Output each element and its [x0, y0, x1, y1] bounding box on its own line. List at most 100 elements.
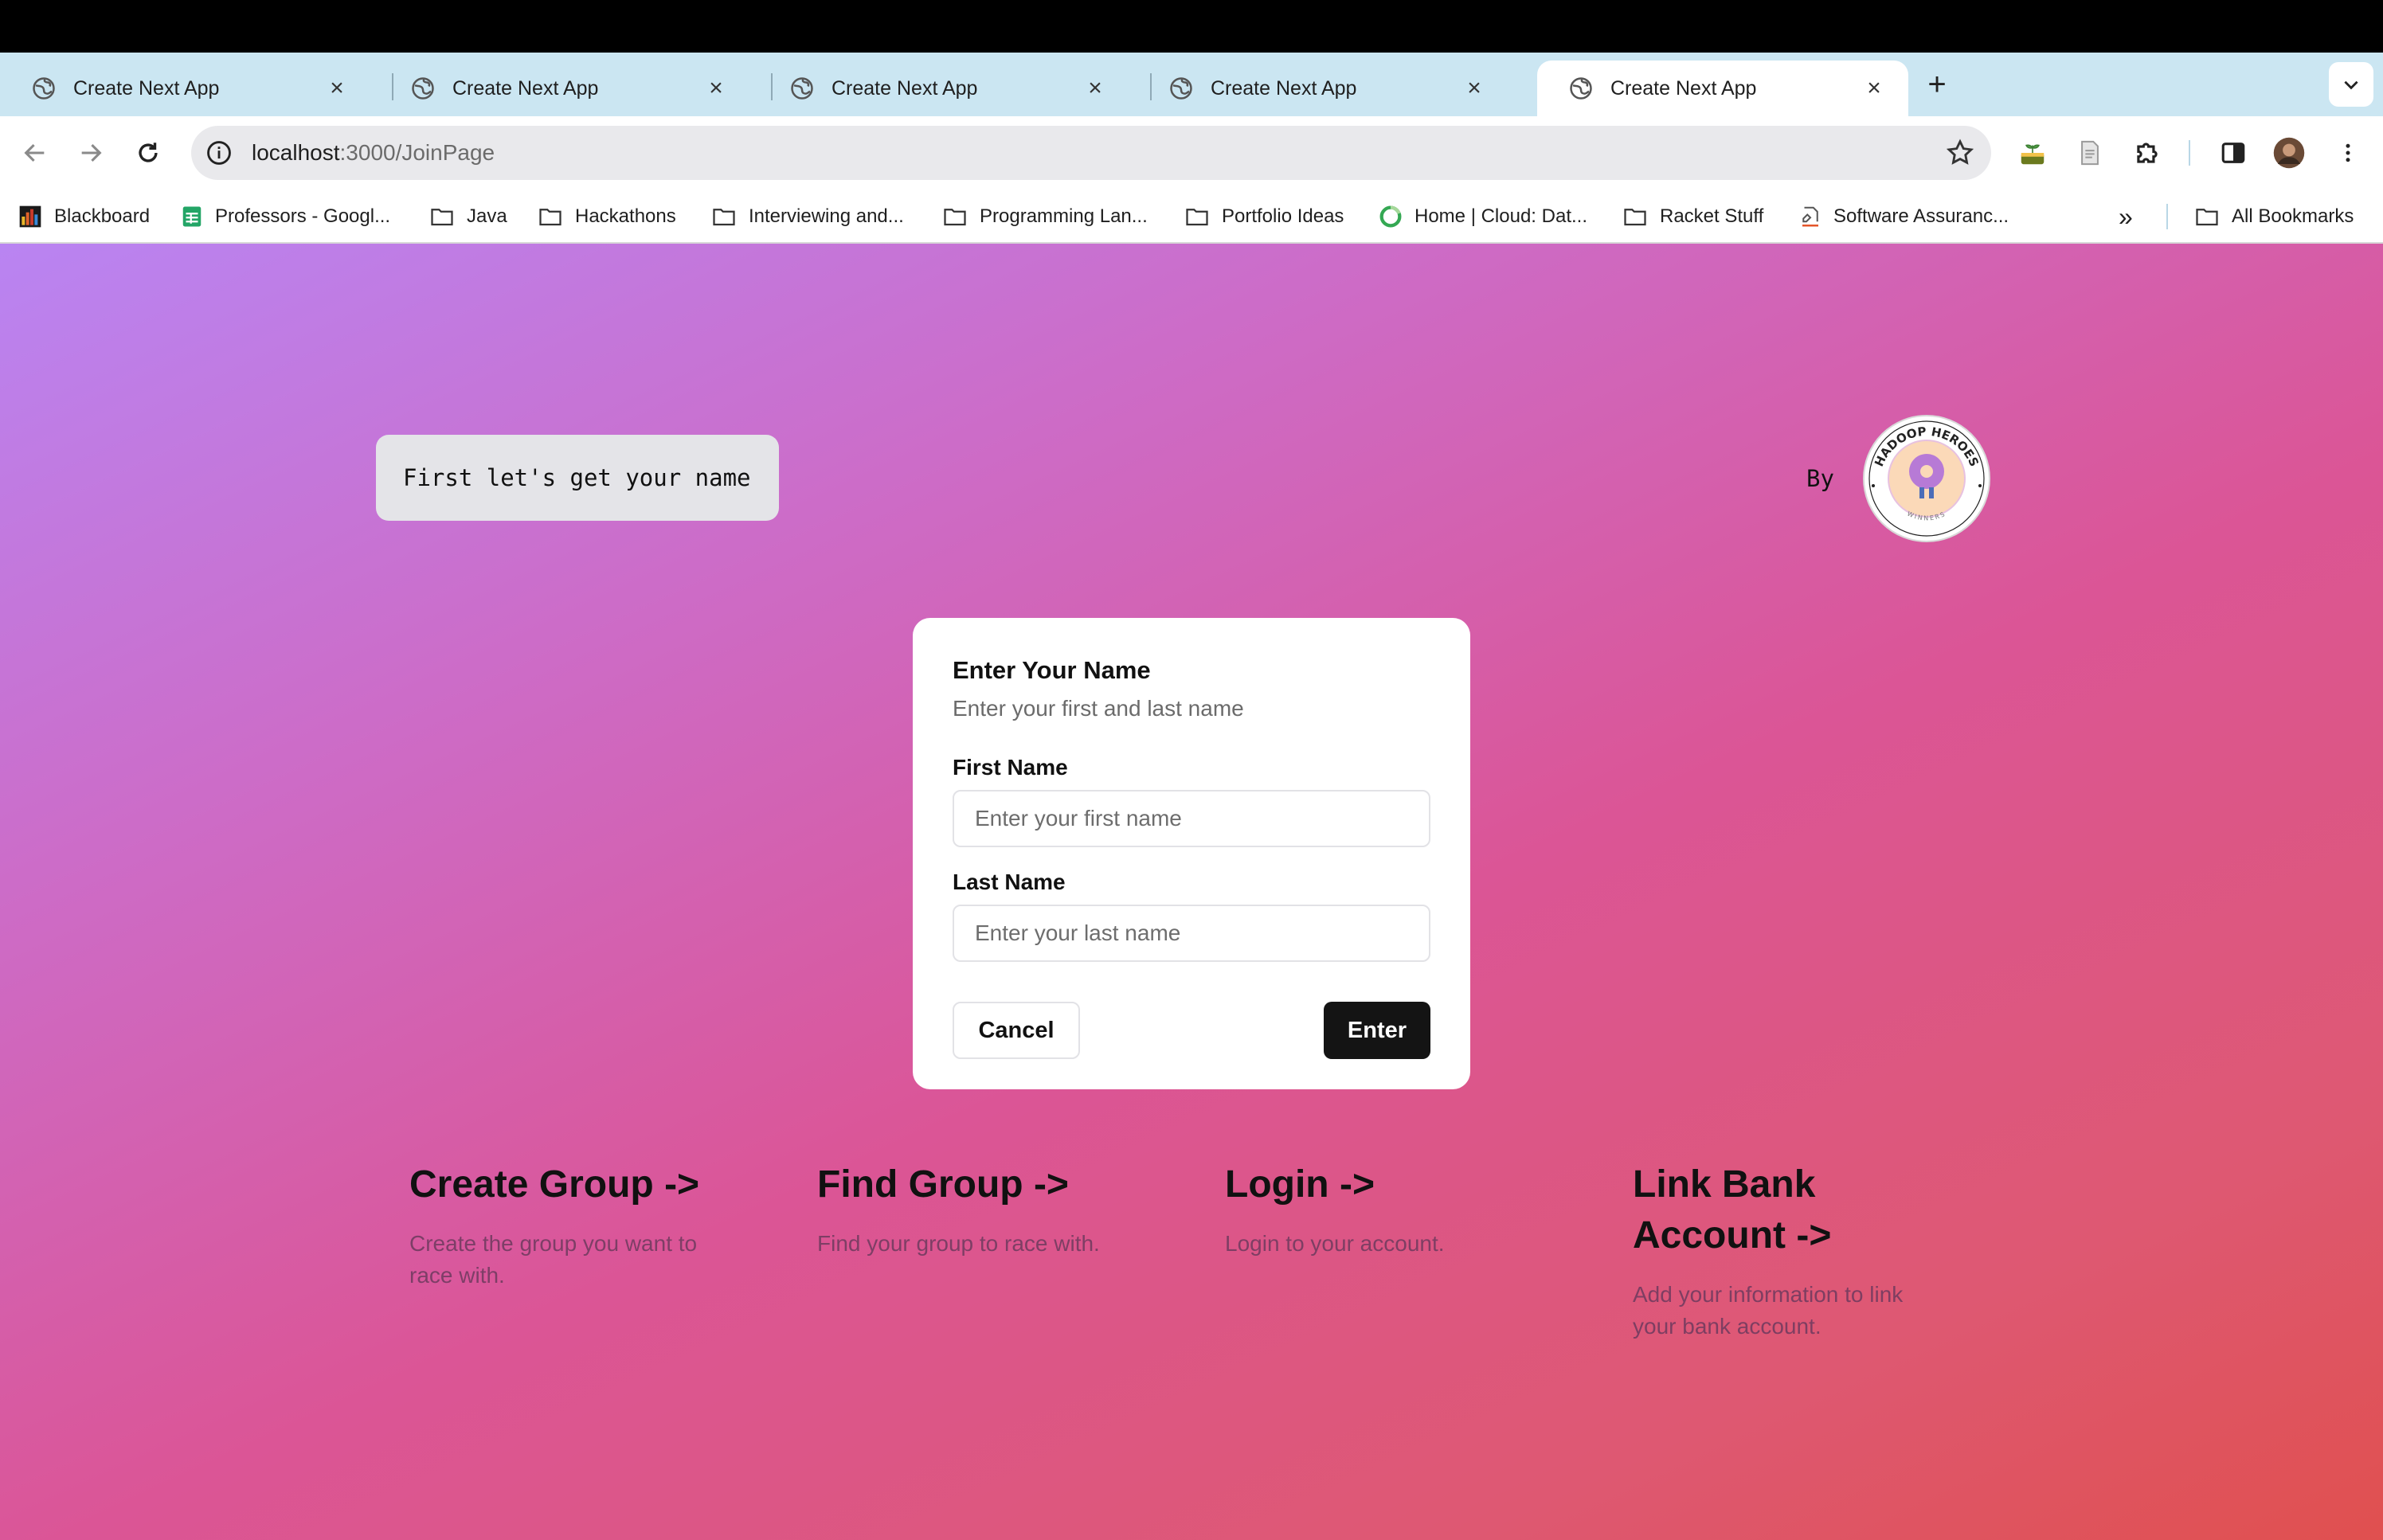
cancel-button[interactable]: Cancel — [953, 1002, 1080, 1059]
bookmark-label: Java — [467, 205, 507, 227]
side-panel-button[interactable] — [2216, 135, 2251, 170]
folder-icon — [1186, 209, 1208, 226]
tab-title: Create Next App — [832, 76, 978, 100]
login-link[interactable]: Login -> Login to your account. — [1225, 1159, 1591, 1260]
folder-icon — [539, 209, 562, 226]
hadoop-heroes-logo: HADOOP HEROES WINNERS — [1863, 415, 1990, 542]
reload-icon — [139, 143, 158, 162]
extensions-menu-button[interactable] — [2130, 135, 2165, 170]
doc-icon — [1802, 206, 1818, 227]
close-icon[interactable]: × — [1862, 75, 1886, 101]
bookmark-portfolio[interactable]: Portfolio Ideas — [1184, 202, 1344, 231]
bookmark-hackathons[interactable]: Hackathons — [537, 202, 676, 231]
reload-button[interactable] — [127, 132, 169, 174]
last-name-label: Last Name — [953, 870, 1066, 894]
first-name-input[interactable]: Enter your first name — [953, 790, 1430, 847]
browser-tab-2[interactable]: Create Next App × — [379, 61, 750, 116]
bookmark-racket[interactable]: Racket Stuff — [1622, 202, 1763, 231]
all-bookmarks[interactable]: All Bookmarks — [2193, 202, 2354, 231]
browser-tab-4[interactable]: Create Next App × — [1137, 61, 1508, 116]
browser-tab-1[interactable]: Create Next App × — [0, 61, 371, 116]
last-name-placeholder: Enter your last name — [975, 920, 1181, 945]
chart-icon — [19, 205, 41, 228]
bookmark-blackboard[interactable]: Blackboard — [18, 202, 150, 231]
close-icon[interactable]: × — [1462, 75, 1486, 101]
bookmarks-overflow-button[interactable]: » — [2119, 202, 2133, 231]
profile-avatar[interactable] — [2271, 135, 2307, 170]
create-group-desc: Create the group you want to race with. — [409, 1231, 698, 1288]
bookmark-label: Interviewing and... — [749, 205, 904, 227]
link-bank-account-link[interactable]: Link Bank Account -> Add your informatio… — [1633, 1159, 1935, 1343]
bookmark-label: Blackboard — [54, 205, 151, 227]
document-extension-icon — [2081, 140, 2099, 166]
new-tab-button[interactable]: + — [1921, 67, 1953, 102]
tab-title: Create Next App — [73, 76, 220, 100]
plant-extension-icon — [2021, 144, 2045, 165]
folder-icon — [1624, 209, 1646, 226]
sheets-icon — [182, 206, 202, 227]
close-icon[interactable]: × — [1083, 75, 1107, 101]
url-host: localhost — [252, 140, 340, 165]
bookmark-label: Home | Cloud: Dat... — [1415, 205, 1587, 227]
tab-search-button[interactable] — [2329, 62, 2373, 107]
close-icon[interactable]: × — [704, 75, 728, 101]
find-group-link[interactable]: Find Group -> Find your group to race wi… — [817, 1159, 1184, 1260]
bookmark-software-assurance[interactable]: Software Assuranc... — [1798, 202, 2009, 231]
prompt-banner: First let's get your name — [376, 435, 779, 521]
browser-toolbar: localhost:3000/JoinPage — [0, 116, 2383, 190]
create-group-link[interactable]: Create Group -> Create the group you wan… — [409, 1159, 776, 1292]
info-icon[interactable] — [205, 139, 233, 166]
extension-button[interactable] — [2015, 135, 2050, 170]
bookmark-label: Hackathons — [575, 205, 676, 227]
close-icon[interactable]: × — [325, 75, 349, 101]
browser-menu-button[interactable] — [2330, 135, 2365, 170]
enter-button[interactable]: Enter — [1324, 1002, 1430, 1059]
globe-icon — [1170, 77, 1192, 100]
tab-title: Create Next App — [452, 76, 599, 100]
bookmark-professors[interactable]: Professors - Googl... — [180, 202, 390, 231]
bookmark-home-cloud[interactable]: Home | Cloud: Dat... — [1378, 202, 1587, 231]
bookmark-java[interactable]: Java — [428, 202, 507, 231]
back-button[interactable] — [14, 132, 56, 174]
bookmark-label: Racket Stuff — [1660, 205, 1764, 227]
bookmark-label: Professors - Googl... — [215, 205, 391, 227]
more-vertical-icon — [2346, 143, 2350, 162]
browser-tab-3[interactable]: Create Next App × — [758, 61, 1129, 116]
address-bar[interactable]: localhost:3000/JoinPage — [191, 126, 1991, 180]
folder-icon — [2196, 209, 2218, 226]
find-group-desc: Find your group to race with. — [817, 1231, 1100, 1256]
avatar-icon — [2273, 137, 2305, 169]
bookmark-interviewing[interactable]: Interviewing and... — [710, 202, 904, 231]
bookmarks-bar: Blackboard Professors - Googl... Java Ha… — [0, 190, 2383, 244]
arrow-right-icon — [81, 143, 102, 162]
link-bank-title: Link Bank Account -> — [1633, 1163, 1832, 1257]
window-top-bar — [0, 0, 2383, 53]
url-path: :3000/JoinPage — [339, 140, 495, 165]
overflow-chevron-icon: » — [2119, 201, 2133, 231]
globe-icon — [1570, 77, 1592, 100]
globe-icon — [791, 77, 813, 100]
first-name-label: First Name — [953, 755, 1068, 780]
bookmark-star-icon[interactable] — [1945, 138, 1975, 168]
last-name-input[interactable]: Enter your last name — [953, 905, 1430, 962]
forward-button[interactable] — [70, 132, 112, 174]
browser-tab-5-active[interactable]: Create Next App × — [1537, 61, 1908, 116]
bookmarks-divider — [2166, 204, 2168, 229]
dialog-subtitle: Enter your first and last name — [953, 696, 1244, 721]
name-dialog: Enter Your Name Enter your first and las… — [913, 618, 1470, 1089]
dialog-title: Enter Your Name — [953, 656, 1151, 684]
bookmark-label: Portfolio Ideas — [1222, 205, 1344, 227]
extension-button[interactable] — [2072, 135, 2107, 170]
folder-icon — [431, 209, 453, 226]
bookmark-label: Software Assuranc... — [1833, 205, 2009, 227]
puzzle-icon — [2137, 143, 2158, 163]
chevron-down-icon — [2344, 80, 2358, 90]
tab-title: Create Next App — [1211, 76, 1357, 100]
bookmark-programming[interactable]: Programming Lan... — [941, 202, 1148, 231]
dialog-actions: Cancel Enter — [953, 1002, 1430, 1059]
create-group-title: Create Group -> — [409, 1163, 700, 1206]
find-group-title: Find Group -> — [817, 1163, 1069, 1206]
all-bookmarks-label: All Bookmarks — [2232, 205, 2354, 227]
arrow-left-icon — [24, 143, 45, 162]
globe-icon — [412, 77, 434, 100]
